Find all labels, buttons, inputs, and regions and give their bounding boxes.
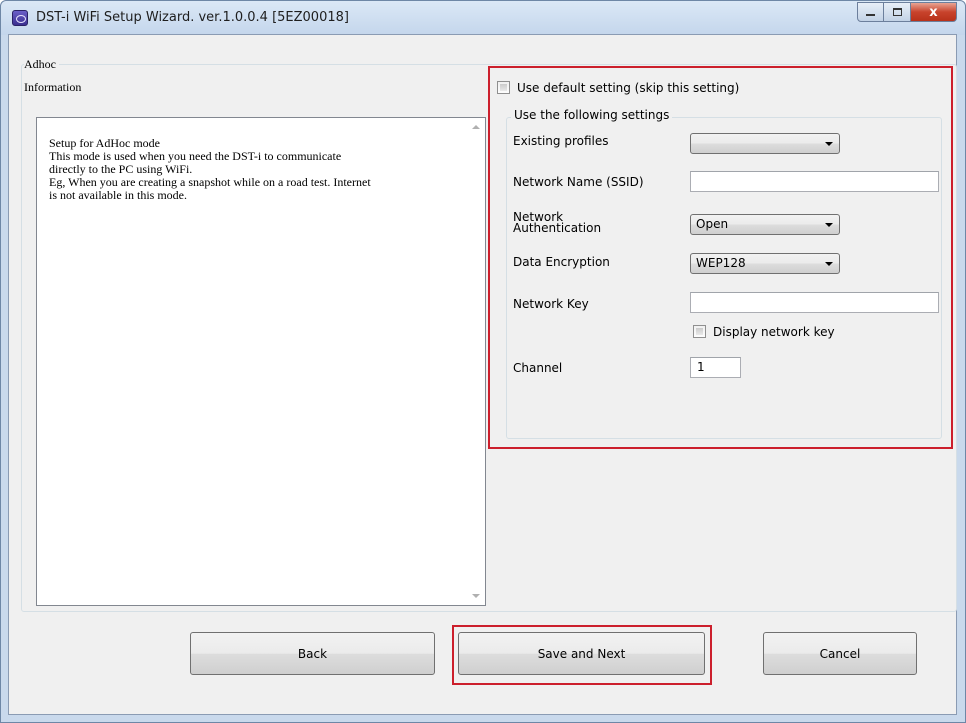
vertical-scrollbar[interactable] xyxy=(468,118,485,605)
scroll-up-arrow-icon[interactable] xyxy=(472,125,480,129)
display-network-key-label[interactable]: Display network key xyxy=(713,325,835,339)
app-icon[interactable] xyxy=(12,10,28,26)
scroll-down-arrow-icon[interactable] xyxy=(472,594,480,598)
window-title: DST-i WiFi Setup Wizard. ver.1.0.0.4 [5E… xyxy=(36,10,349,25)
minimize-button[interactable] xyxy=(857,2,884,22)
maximize-icon xyxy=(892,8,902,16)
close-button[interactable]: x xyxy=(911,2,957,22)
network-authentication-value: Open xyxy=(696,217,729,231)
window-controls: x xyxy=(857,2,957,22)
display-network-key-checkbox[interactable] xyxy=(693,325,706,338)
data-encryption-value: WEP128 xyxy=(696,256,746,270)
network-key-input[interactable] xyxy=(690,292,939,313)
network-name-input[interactable] xyxy=(690,171,939,192)
info-line: is not available in this mode. xyxy=(49,188,187,202)
information-textbox[interactable]: Setup for AdHoc mode This mode is used w… xyxy=(36,117,486,606)
chevron-down-icon xyxy=(825,262,833,266)
close-icon: x xyxy=(929,4,938,20)
cancel-button[interactable]: Cancel xyxy=(763,632,917,675)
title-bar[interactable]: DST-i WiFi Setup Wizard. ver.1.0.0.4 [5E… xyxy=(1,1,965,35)
existing-profiles-dropdown[interactable] xyxy=(690,133,840,154)
following-settings-title: Use the following settings xyxy=(511,108,673,122)
channel-label: Channel xyxy=(513,361,563,375)
data-encryption-label: Data Encryption xyxy=(513,255,610,269)
channel-input[interactable]: 1 xyxy=(690,357,741,378)
chevron-down-icon xyxy=(825,223,833,227)
information-text: Setup for AdHoc mode This mode is used w… xyxy=(49,137,469,202)
use-default-setting-label[interactable]: Use default setting (skip this setting) xyxy=(517,81,739,95)
network-authentication-label: Network Authentication xyxy=(513,211,602,235)
network-authentication-label-line2: Authentication xyxy=(513,221,602,235)
network-authentication-dropdown[interactable]: Open xyxy=(690,214,840,235)
save-and-next-button[interactable]: Save and Next xyxy=(458,632,705,675)
following-settings-group-box xyxy=(506,117,942,439)
chevron-down-icon xyxy=(825,142,833,146)
information-label: Information xyxy=(24,80,82,94)
data-encryption-dropdown[interactable]: WEP128 xyxy=(690,253,840,274)
network-key-label: Network Key xyxy=(513,297,589,311)
use-default-setting-checkbox[interactable] xyxy=(497,81,510,94)
existing-profiles-label: Existing profiles xyxy=(513,134,609,148)
adhoc-group-title: Adhoc xyxy=(24,57,59,72)
minimize-icon xyxy=(866,14,875,16)
network-name-label: Network Name (SSID) xyxy=(513,175,644,189)
maximize-button[interactable] xyxy=(884,2,911,22)
back-button[interactable]: Back xyxy=(190,632,435,675)
